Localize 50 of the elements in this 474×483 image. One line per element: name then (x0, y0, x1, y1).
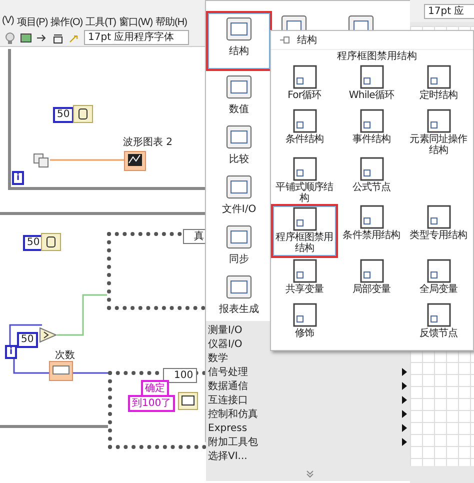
palette-category[interactable]: 报表生成 (206, 271, 272, 321)
palette-list-item[interactable]: 互连接口 (208, 393, 248, 407)
palette-tool[interactable]: 程序框图禁用结构 (271, 204, 338, 258)
palette-list-item[interactable]: 测量I/O (208, 323, 242, 337)
palette-list-item[interactable]: Express (208, 422, 248, 434)
menu-item[interactable]: 操作(O) (50, 15, 83, 29)
palette-tool[interactable]: 全局变量 (405, 258, 472, 302)
indicator-label: 次数 (55, 349, 75, 362)
palette-tool[interactable]: 共享变量 (271, 258, 338, 302)
palette-category[interactable]: 文件I/O (206, 171, 272, 221)
palette-category[interactable]: 数值 (206, 71, 272, 121)
font-dropdown[interactable]: 17pt 应用程序字体 (84, 30, 190, 45)
menu-item[interactable]: 帮助(H) (156, 15, 187, 29)
palette-category[interactable]: 结构 (206, 11, 272, 71)
menu-item[interactable]: 窗口(W) (118, 15, 153, 29)
menu-item[interactable]: (V) (2, 15, 14, 29)
palette-tool[interactable]: 局部变量 (338, 258, 405, 302)
palette-title: 结构 (297, 34, 317, 47)
palette-tool[interactable]: 类型专用结构 (405, 204, 472, 258)
palette-tool[interactable]: While循环 (338, 64, 405, 108)
iteration-terminal: i (12, 171, 24, 185)
palette-tool[interactable]: 公式节点 (338, 156, 405, 204)
palette-tool[interactable]: 定时结构 (405, 64, 472, 108)
chart-label: 波形图表 2 (123, 136, 173, 149)
font-dropdown[interactable]: 17pt 应 (424, 4, 474, 18)
palette-tool[interactable]: 元素同址操作结构 (405, 108, 472, 156)
case-selector[interactable]: 100 (163, 368, 198, 383)
palette-list-item[interactable]: 信号处理 (208, 365, 248, 379)
palette-list-item[interactable]: 选择VI... (208, 449, 248, 463)
palette-tool[interactable]: 平铺式顺序结构 (271, 156, 338, 204)
palette-tool[interactable]: 条件结构 (271, 108, 338, 156)
palette-tool[interactable]: 事件结构 (338, 108, 405, 156)
menu-item[interactable]: 项目(P) (16, 15, 48, 29)
palette-list-item[interactable]: 附加工具包 (208, 435, 258, 449)
palette-list-item[interactable]: 数学 (208, 351, 228, 365)
iteration-terminal: i (5, 345, 17, 359)
palette-tool[interactable]: 条件禁用结构 (338, 204, 405, 258)
numeric-constant: 50 (17, 332, 38, 348)
palette-category[interactable]: 同步 (206, 221, 272, 271)
hover-label: 程序框图禁用结构 (336, 50, 418, 64)
string-constant: 到100了 (128, 395, 176, 412)
palette-tool[interactable]: 反馈节点 (405, 302, 472, 346)
palette-list-item[interactable]: 数据通信 (208, 379, 248, 393)
palette-tool[interactable]: For循环 (271, 64, 338, 108)
palette-list-item[interactable]: 控制和仿真 (208, 407, 258, 421)
menu-item[interactable]: 工具(T) (86, 15, 116, 29)
numeric-constant: 50 (53, 107, 74, 123)
palette-category[interactable]: 比较 (206, 121, 272, 171)
palette-list-item[interactable]: 仪器I/O (208, 337, 242, 351)
palette-tool[interactable]: 修饰 (271, 302, 338, 346)
